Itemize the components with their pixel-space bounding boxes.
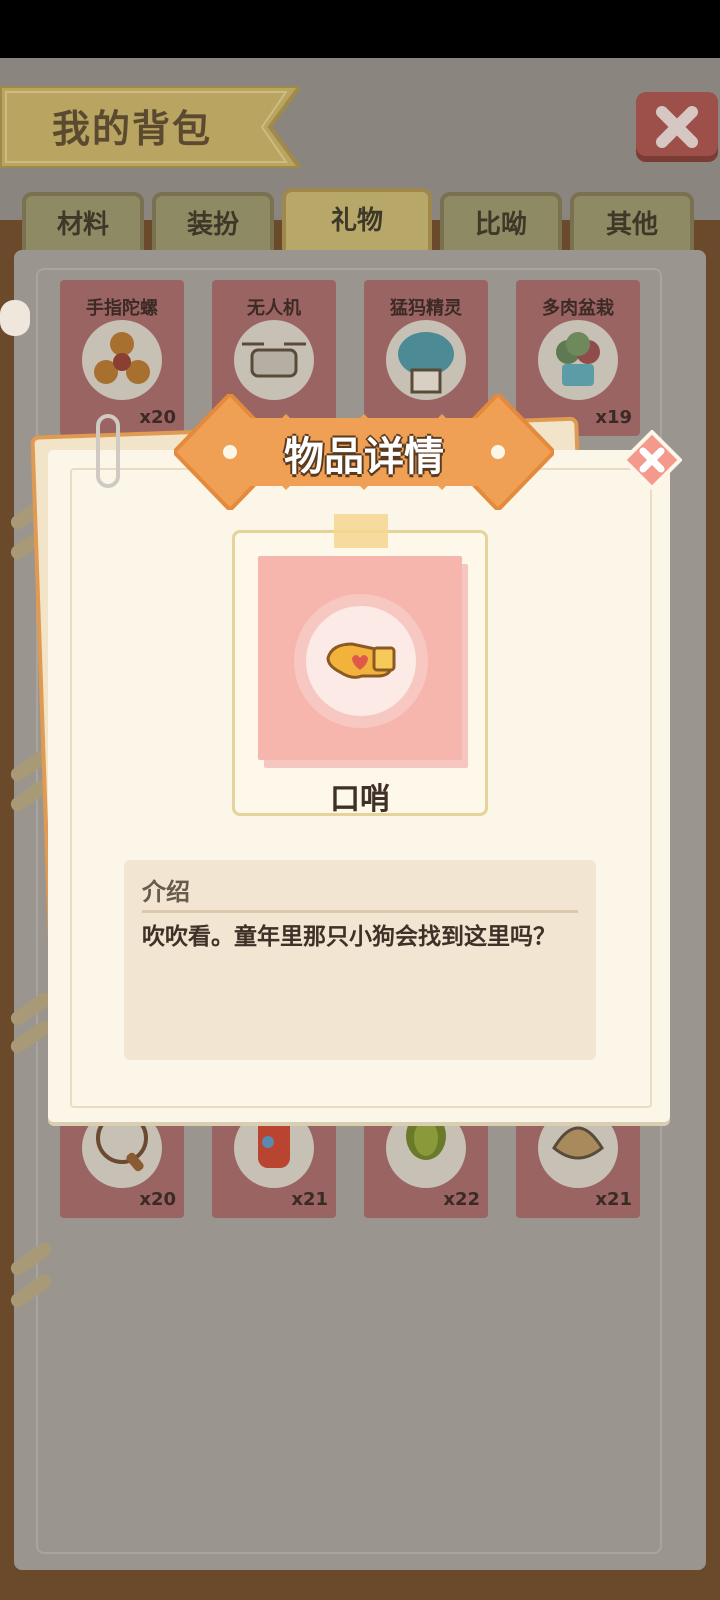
dialog-title: 物品详情 <box>284 434 444 480</box>
description-divider <box>142 910 578 913</box>
page-title: 我的背包 <box>52 107 213 151</box>
fidget-spinner-icon <box>82 320 162 400</box>
gift-card-qty: x22 <box>443 1189 480 1210</box>
tab-outfits[interactable]: 装扮 <box>152 192 274 250</box>
close-x-icon <box>621 429 683 491</box>
tab-materials[interactable]: 材料 <box>22 192 144 250</box>
gift-card[interactable]: x21 <box>212 1108 336 1218</box>
gift-card-name: 多肉盆栽 <box>542 298 614 319</box>
paw-icon <box>0 300 30 336</box>
gift-card[interactable]: x22 <box>364 1108 488 1218</box>
gift-card-qty: x20 <box>139 407 176 428</box>
whistle-icon <box>326 642 396 679</box>
gift-card-qty: x21 <box>291 1189 328 1210</box>
tab-other[interactable]: 其他 <box>570 192 694 250</box>
item-name: 口哨 <box>330 782 390 817</box>
gift-card-name: 无人机 <box>247 298 301 319</box>
gift-card-name: 手指陀螺 <box>86 298 158 319</box>
gift-card-name: 猛犸精灵 <box>390 298 462 319</box>
gift-card-fidget-spinner[interactable]: 手指陀螺 x20 <box>60 280 184 436</box>
gift-card[interactable]: x20 <box>60 1108 184 1218</box>
dialog-close-button[interactable] <box>621 429 683 491</box>
mammoth-icon <box>386 320 466 400</box>
gift-card-qty: x21 <box>595 1189 632 1210</box>
status-bar <box>0 0 720 58</box>
drone-icon <box>234 320 314 400</box>
gift-card-qty: x20 <box>139 1189 176 1210</box>
tab-biyou[interactable]: 比呦 <box>440 192 562 250</box>
close-button[interactable] <box>636 92 718 162</box>
close-x-icon <box>656 106 698 148</box>
tab-gifts[interactable]: 礼物 <box>282 188 432 250</box>
tape-decoration <box>334 514 388 548</box>
description-text: 吹吹看。童年里那只小狗会找到这里吗？ <box>142 924 556 950</box>
gift-card-qty: x19 <box>595 407 632 428</box>
succulent-icon <box>538 320 618 400</box>
description-box <box>124 860 596 1060</box>
description-label: 介绍 <box>142 878 190 906</box>
paper-clip-icon <box>96 414 120 488</box>
gift-card[interactable]: x21 <box>516 1108 640 1218</box>
